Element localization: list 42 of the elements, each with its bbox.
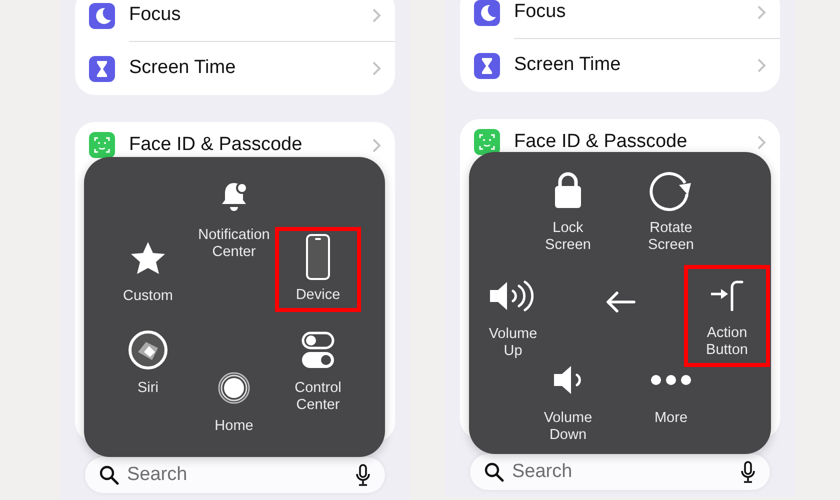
menu-button[interactable]: Control Center (275, 320, 361, 422)
chevron-icon (757, 4, 766, 20)
row-label: Focus (129, 2, 181, 27)
row-label: Screen Time (129, 56, 236, 80)
menu-button[interactable]: Home (191, 358, 277, 443)
volume-down-icon (552, 364, 584, 396)
more-icon (651, 375, 691, 385)
menu-button[interactable]: Action Button (684, 265, 770, 367)
menu-button[interactable]: Custom (105, 228, 191, 313)
search-field[interactable]: Search (85, 457, 385, 493)
toggles-icon (301, 331, 335, 369)
phone-icon (305, 233, 331, 281)
row-label: Face ID & Passcode (129, 132, 302, 157)
menu-button[interactable]: Notification Center (191, 167, 277, 269)
search-icon (99, 465, 119, 485)
microphone-icon[interactable] (740, 461, 756, 483)
chevron-icon (372, 138, 381, 152)
menu-button[interactable]: Siri (105, 320, 191, 405)
back-arrow-icon (604, 290, 636, 314)
chevron-icon (757, 134, 766, 150)
row-label: Face ID & Passcode (514, 130, 688, 154)
settings-row[interactable]: Focus (460, 0, 780, 39)
search-field[interactable]: Search (470, 454, 770, 490)
chevron-icon (372, 61, 381, 76)
star-icon (130, 241, 166, 275)
settings-row[interactable]: Screen Time (75, 42, 395, 95)
settings-row[interactable]: Focus (75, 0, 395, 42)
siri-icon (128, 330, 168, 370)
action-button-icon (709, 279, 745, 311)
chevron-icon (757, 58, 766, 73)
chevron-icon (372, 8, 381, 22)
row-label: Focus (514, 0, 566, 24)
menu-button[interactable]: Rotate Screen (628, 160, 714, 262)
microphone-icon[interactable] (355, 464, 371, 486)
row-label: Screen Time (514, 53, 621, 78)
settings-row[interactable]: Screen Time (460, 39, 780, 92)
menu-button[interactable]: Lock Screen (525, 160, 611, 262)
search-icon (484, 462, 504, 482)
home-icon (217, 371, 251, 405)
rotate-icon (649, 169, 693, 211)
menu-button[interactable]: Device (275, 227, 361, 312)
lock-icon (554, 171, 582, 209)
